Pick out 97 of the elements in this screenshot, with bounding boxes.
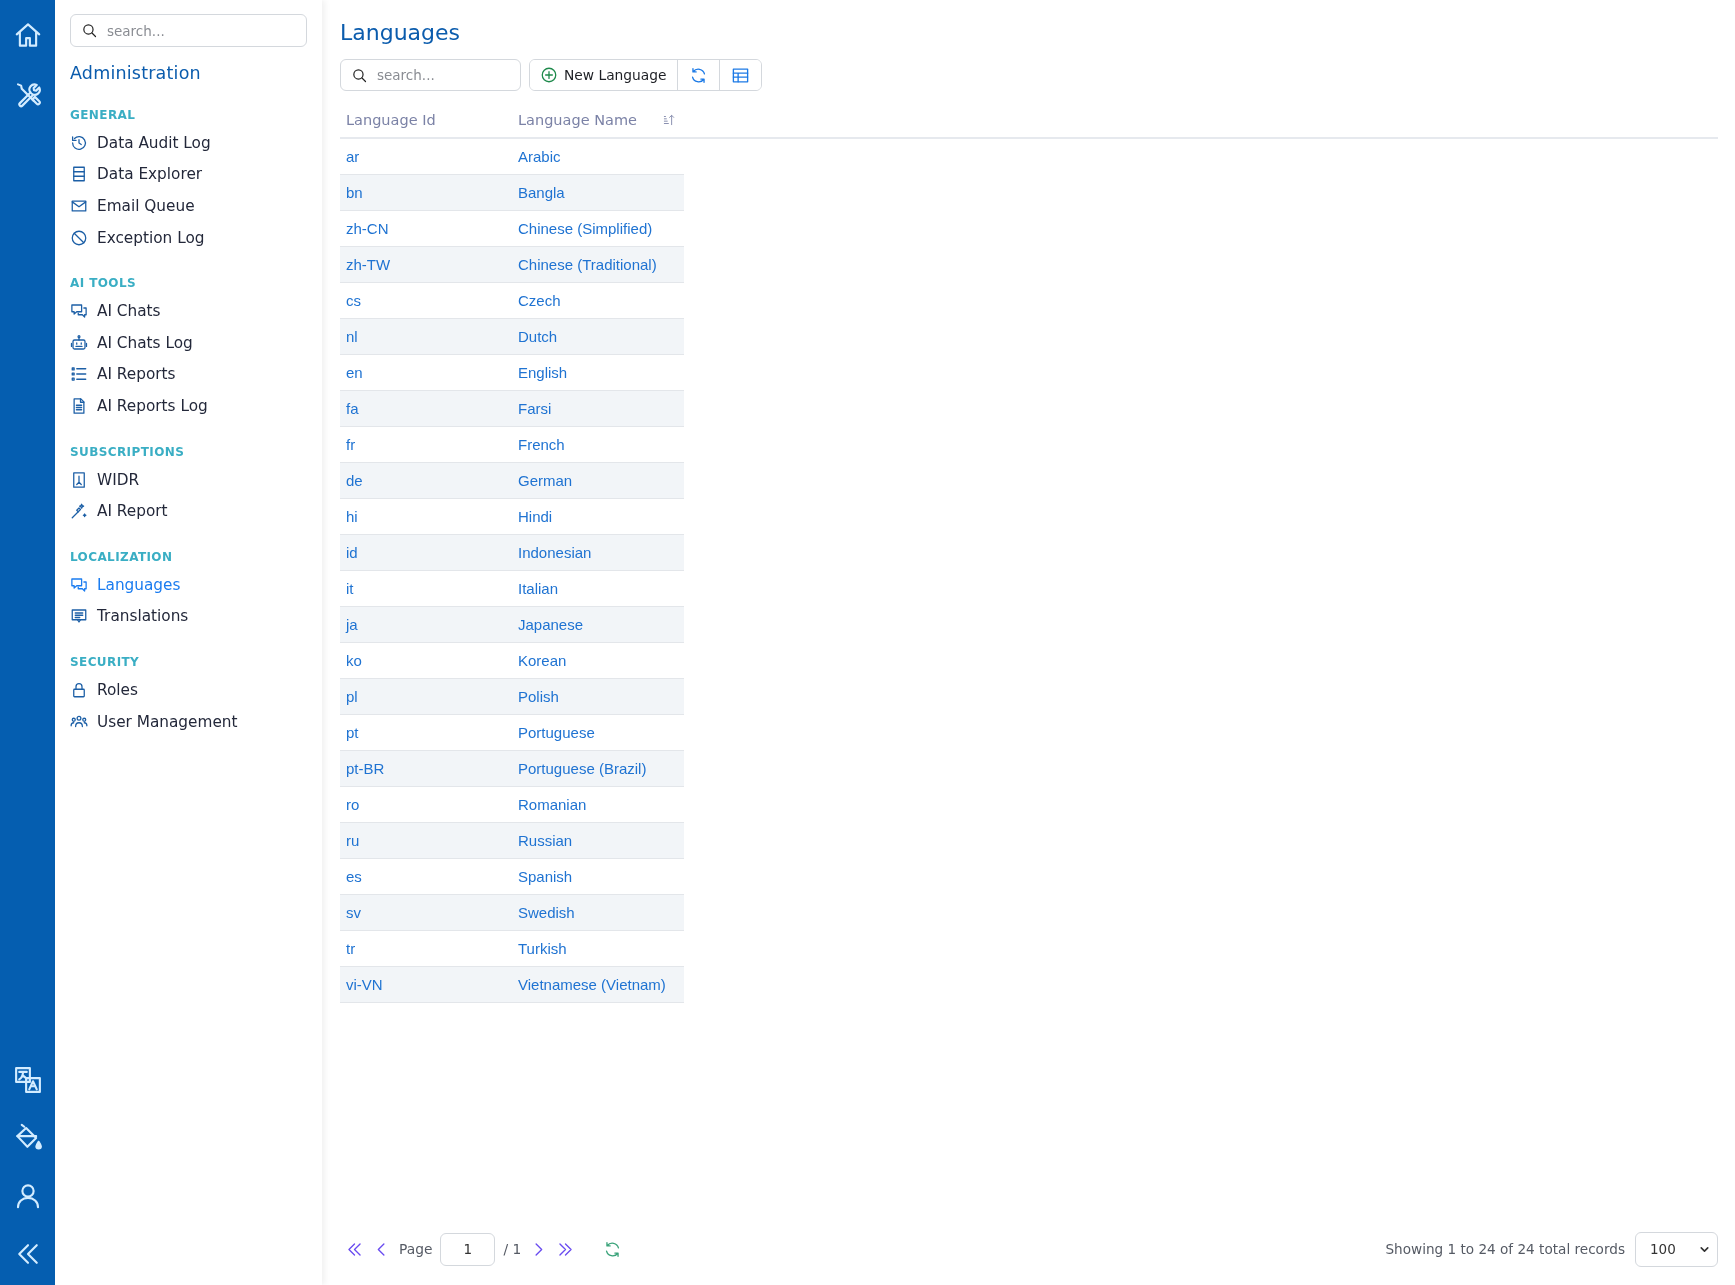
page-label: Page xyxy=(399,1241,433,1257)
table-cell-text: Romanian xyxy=(517,796,588,813)
sidebar-item[interactable]: AI Chats xyxy=(70,295,161,327)
envelope-icon xyxy=(70,197,88,215)
table-cell-text: Chinese (Traditional) xyxy=(517,256,658,273)
page-total: / 1 xyxy=(503,1241,522,1257)
table-cell-text: Portuguese xyxy=(517,724,596,741)
table-cell-text: Polish xyxy=(517,688,560,705)
table-cell-text: es xyxy=(345,868,363,885)
table-cell-text: nl xyxy=(345,328,359,345)
sidebar-item[interactable]: AI Chats Log xyxy=(70,326,193,359)
section-heading: LOCALIZATION xyxy=(70,548,174,566)
table-cell-text: ar xyxy=(345,148,361,165)
section-heading: AI TOOLS xyxy=(70,275,137,293)
list-icon xyxy=(70,365,88,384)
table-cell-text: English xyxy=(517,364,569,381)
table-cell-text: Farsi xyxy=(517,400,553,417)
table-cell-text: Indonesian xyxy=(517,544,593,561)
table-cell-text: cs xyxy=(345,292,362,309)
sidebar-item[interactable]: User Management xyxy=(70,705,238,738)
table-cell-text: French xyxy=(517,436,566,453)
column-header[interactable]: Language Name xyxy=(518,112,637,128)
table-cell-text: pt xyxy=(345,724,360,741)
table-cell-text: Spanish xyxy=(517,868,574,885)
page-size-select[interactable]: 100 xyxy=(1635,1231,1718,1267)
table-icon xyxy=(730,65,750,85)
plus-circle-icon xyxy=(540,66,558,84)
table-cell-text: Korean xyxy=(517,652,568,669)
table-cell-text: pl xyxy=(345,688,359,705)
sort-icon[interactable] xyxy=(662,113,676,127)
table-cell-text: Turkish xyxy=(517,940,568,957)
table-cell-text: de xyxy=(345,472,364,489)
table-view-button[interactable] xyxy=(718,60,761,90)
search-icon xyxy=(81,22,98,39)
table-cell-text: it xyxy=(345,580,355,597)
table-cell-text: Vietnamese (Vietnam) xyxy=(517,976,667,993)
table-cell-text: Swedish xyxy=(517,904,576,921)
column-header[interactable]: Language Id xyxy=(346,112,436,128)
table-cell-text: id xyxy=(345,544,359,561)
table-cell-text: Hindi xyxy=(517,508,554,525)
sidebar-item[interactable]: AI Reports xyxy=(70,358,176,391)
section-heading: GENERAL xyxy=(70,107,137,124)
magic-wand-icon xyxy=(70,502,88,521)
chat-icon xyxy=(70,575,88,594)
table-cell-text: tr xyxy=(345,940,357,957)
page-title: Languages xyxy=(340,19,462,47)
ban-icon xyxy=(70,228,88,247)
section-heading: SUBSCRIPTIONS xyxy=(70,443,186,461)
table-cell-text: Chinese (Simplified) xyxy=(517,220,654,237)
table-cell-text: Arabic xyxy=(517,148,562,165)
sidebar-item[interactable]: Translations xyxy=(70,600,189,633)
table-cell-text: en xyxy=(345,364,364,381)
sidebar-item[interactable]: Languages xyxy=(70,568,181,601)
table-cell-text: Italian xyxy=(517,580,560,597)
table-cell-text: ro xyxy=(345,796,361,813)
table-cell-text: German xyxy=(517,472,574,489)
sidebar-item[interactable]: WIDR xyxy=(70,463,140,496)
robot-icon xyxy=(70,333,88,352)
table-cell-text: Bangla xyxy=(517,184,566,201)
search-field[interactable]: search... xyxy=(70,14,307,47)
table-icon xyxy=(70,165,88,184)
table-cell-text: Japanese xyxy=(517,616,585,633)
sidebar-item[interactable]: Data Explorer xyxy=(70,158,203,191)
table-cell-text: ja xyxy=(344,616,359,633)
sidebar-item[interactable]: AI Report xyxy=(70,495,168,527)
sidebar-item[interactable]: Data Audit Log xyxy=(70,127,211,159)
table-cell-text: Russian xyxy=(517,832,574,849)
search-icon xyxy=(351,67,368,84)
table-cell-text: Portuguese (Brazil) xyxy=(517,760,648,777)
sidebar-item[interactable]: Exception Log xyxy=(70,221,205,254)
table-cell-text: vi-VN xyxy=(345,976,384,993)
clock-icon xyxy=(70,133,88,152)
table-cell-text: Dutch xyxy=(517,328,559,345)
page-input[interactable]: 1 xyxy=(440,1232,496,1266)
sidebar-title: Administration xyxy=(70,62,202,85)
table-cell-text: sv xyxy=(345,904,362,921)
table-cell-text: ko xyxy=(345,652,363,669)
table-cell-text: zh-CN xyxy=(345,220,390,237)
file-icon xyxy=(70,470,88,489)
section-heading: SECURITY xyxy=(70,654,141,672)
search-field[interactable]: search... xyxy=(340,59,521,91)
table-cell-text: fa xyxy=(345,400,360,417)
table-cell-text: pt-BR xyxy=(345,760,386,777)
document-icon xyxy=(70,396,88,415)
records-summary: Showing 1 to 24 of 24 total records xyxy=(1385,1241,1625,1257)
table-cell-text: fr xyxy=(345,436,357,453)
lock-icon xyxy=(70,680,88,699)
translate-icon[interactable] xyxy=(12,1065,43,1095)
table-cell-text: zh-TW xyxy=(345,256,392,273)
table-cell-text: bn xyxy=(345,184,364,201)
sidebar-item[interactable]: Email Queue xyxy=(70,190,195,222)
table-cell-text: ru xyxy=(345,832,361,849)
sidebar-item[interactable]: AI Reports Log xyxy=(70,390,208,422)
sidebar-item[interactable]: Roles xyxy=(70,674,138,706)
table-cell-text: hi xyxy=(345,508,359,525)
chat-icon xyxy=(70,302,88,321)
table-cell-text: Czech xyxy=(517,292,562,309)
